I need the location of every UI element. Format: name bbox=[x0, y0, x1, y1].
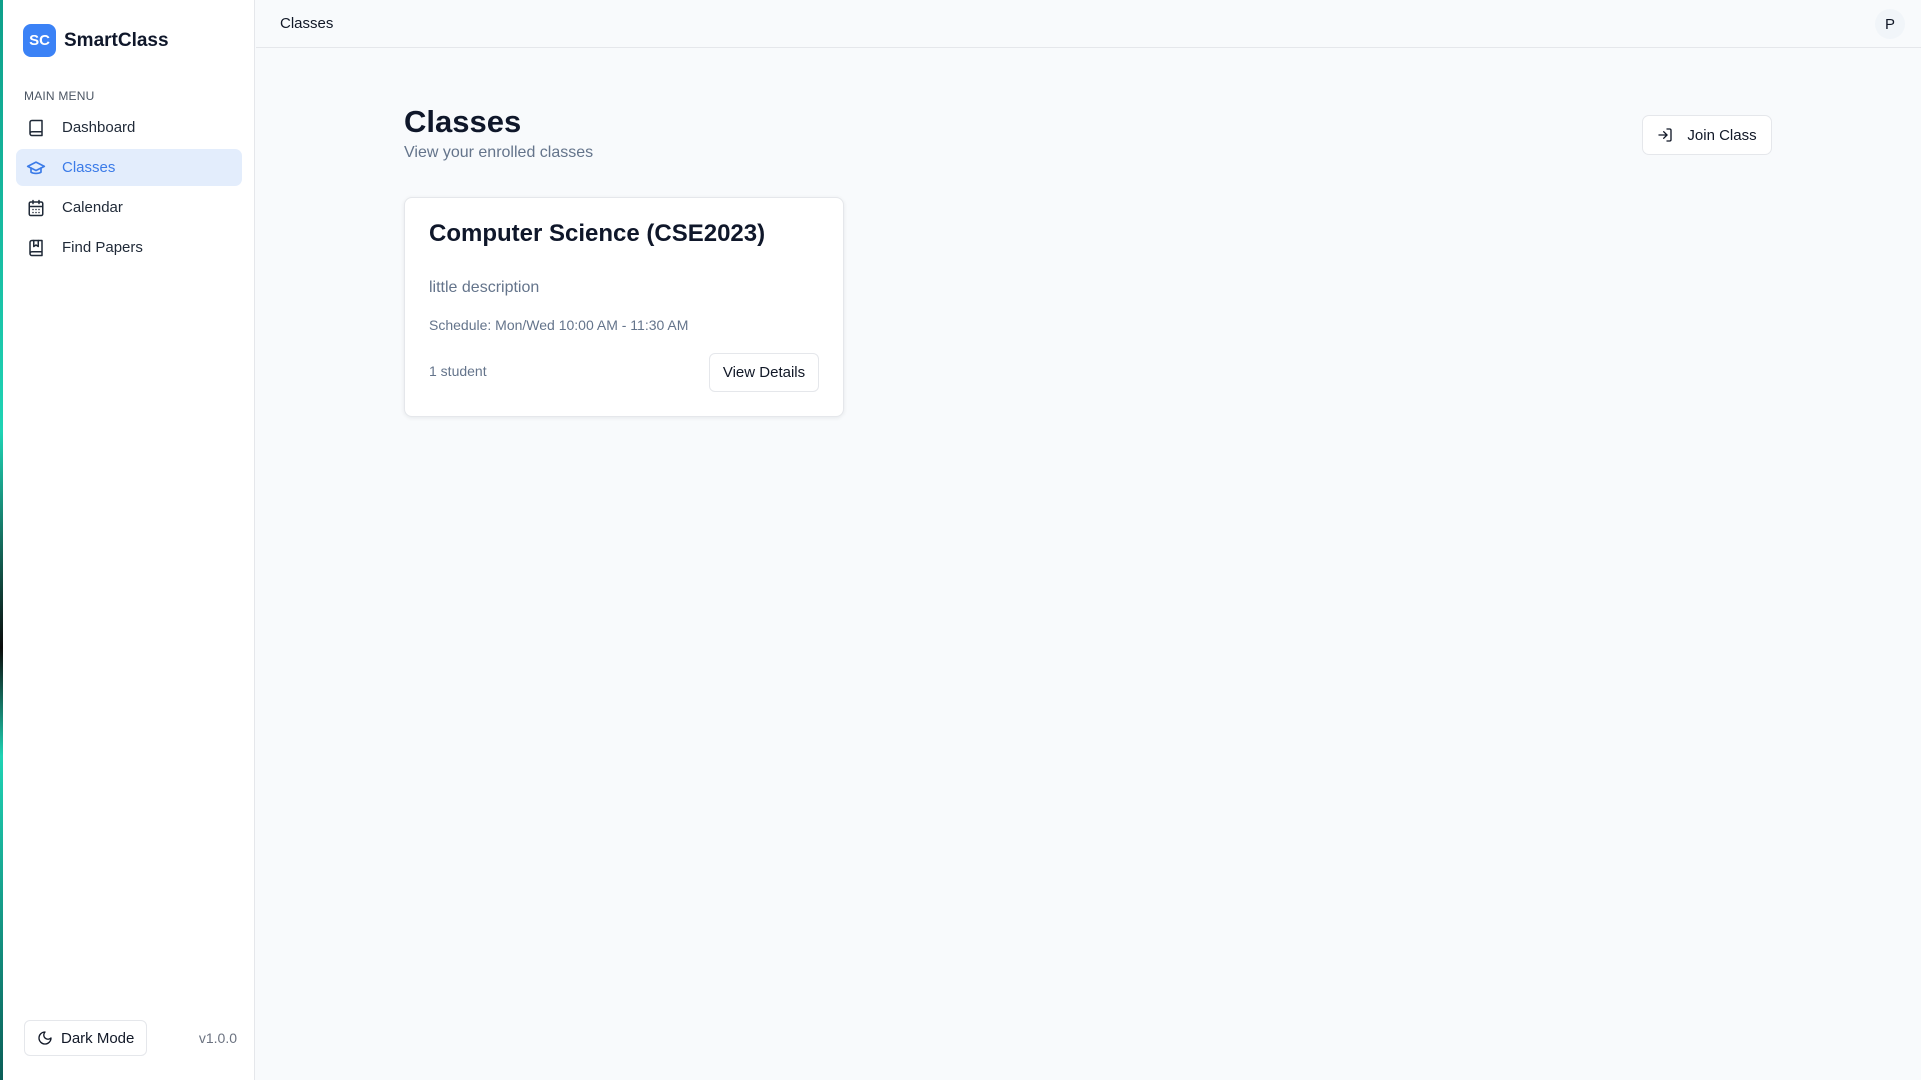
brand[interactable]: SC SmartClass bbox=[23, 24, 169, 57]
sidebar-item-label: Classes bbox=[62, 159, 116, 176]
sidebar-footer: Dark Mode v1.0.0 bbox=[24, 1020, 237, 1056]
page-subtitle: View your enrolled classes bbox=[404, 144, 594, 161]
moon-icon bbox=[37, 1030, 53, 1046]
sidebar-item-calendar[interactable]: Calendar bbox=[16, 189, 242, 226]
sidebar-nav: Dashboard Classes Calendar Find Papers bbox=[16, 109, 242, 269]
app-root: SC SmartClass MAIN MENU Dashboard Classe… bbox=[0, 0, 1921, 1080]
class-title: Computer Science (CSE2023) bbox=[429, 220, 766, 247]
view-details-button[interactable]: View Details bbox=[709, 353, 819, 392]
sidebar-item-find-papers[interactable]: Find Papers bbox=[16, 229, 242, 266]
class-description: little description bbox=[429, 279, 540, 296]
avatar[interactable]: P bbox=[1875, 9, 1905, 39]
class-student-count: 1 student bbox=[429, 363, 487, 379]
log-in-icon bbox=[1657, 127, 1673, 143]
calendar-icon bbox=[26, 198, 46, 218]
brand-name: SmartClass bbox=[64, 29, 169, 51]
brand-logo: SC bbox=[23, 24, 56, 57]
sidebar-item-classes[interactable]: Classes bbox=[16, 149, 242, 186]
sidebar-item-dashboard[interactable]: Dashboard bbox=[16, 109, 242, 146]
bookmark-book-icon bbox=[26, 238, 46, 258]
page-title: Classes bbox=[404, 104, 522, 139]
app-version: v1.0.0 bbox=[198, 1030, 237, 1046]
sidebar: SC SmartClass MAIN MENU Dashboard Classe… bbox=[3, 0, 255, 1080]
join-class-button[interactable]: Join Class bbox=[1642, 115, 1772, 155]
main-menu-heading: MAIN MENU bbox=[24, 89, 95, 103]
dark-mode-button[interactable]: Dark Mode bbox=[24, 1020, 148, 1056]
top-bar: Classes P bbox=[256, 0, 1921, 48]
join-class-label: Join Class bbox=[1687, 126, 1757, 144]
class-card: Computer Science (CSE2023) little descri… bbox=[404, 197, 844, 417]
breadcrumb: Classes bbox=[280, 15, 334, 32]
dark-mode-label: Dark Mode bbox=[61, 1029, 135, 1047]
class-schedule: Schedule: Mon/Wed 10:00 AM - 11:30 AM bbox=[429, 317, 689, 333]
sidebar-item-label: Dashboard bbox=[62, 119, 136, 136]
graduation-cap-icon bbox=[26, 158, 46, 178]
sidebar-item-label: Calendar bbox=[62, 199, 123, 216]
sidebar-item-label: Find Papers bbox=[62, 239, 143, 256]
book-icon bbox=[26, 118, 46, 138]
